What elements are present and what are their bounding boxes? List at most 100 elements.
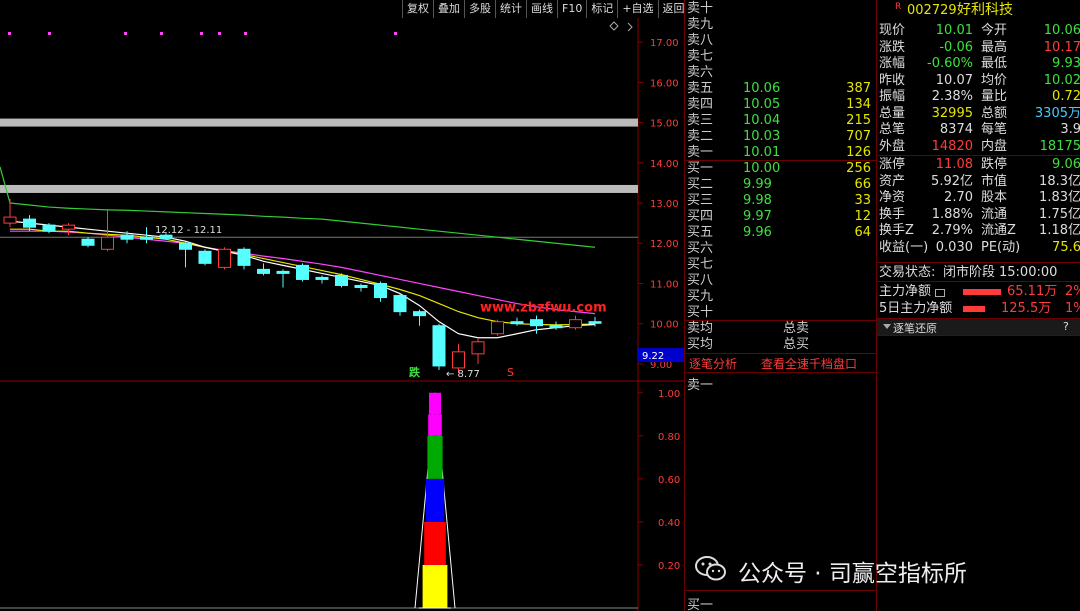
- quote-value: 0.72: [1052, 89, 1080, 104]
- level-volume: 126: [846, 145, 871, 160]
- ask-row[interactable]: 卖五 10.06 387: [685, 81, 875, 97]
- tick-restore-header[interactable]: 逐笔还原 ?: [877, 318, 1080, 336]
- ask-row[interactable]: 卖九: [685, 17, 875, 33]
- toolbar-button[interactable]: 多股: [464, 0, 495, 18]
- ask-row[interactable]: 卖二 10.03 707: [685, 129, 875, 145]
- spike-segment: [429, 392, 441, 415]
- ask-row[interactable]: 卖十: [685, 1, 875, 17]
- toolbar-button[interactable]: 统计: [495, 0, 526, 18]
- status-row: 交易状态: 闭市阶段 15:00:00: [879, 265, 1058, 280]
- level-price: 9.97: [743, 209, 772, 224]
- candle-body: [510, 321, 524, 325]
- level-price: 10.05: [743, 97, 781, 112]
- site-watermark: www.zbzfwu.com: [480, 301, 607, 316]
- quote-row: 涨停 11.08 跌停 9.06: [877, 156, 1080, 173]
- ask-row[interactable]: 卖一 10.01 126: [685, 145, 875, 161]
- bid-row[interactable]: 买五 9.96 64: [685, 225, 875, 241]
- level-label: 卖三: [687, 113, 714, 128]
- current-price-label: 9.22: [642, 351, 664, 362]
- quote-row: 换手 1.88% 流通 1.75亿: [877, 206, 1080, 223]
- quote-label: 净资: [879, 190, 906, 205]
- ask-row[interactable]: 卖八: [685, 33, 875, 49]
- level-volume: 64: [854, 225, 871, 240]
- bid-row[interactable]: 买三 9.98 33: [685, 193, 875, 209]
- marker-dot: [218, 32, 221, 35]
- toolbar-button[interactable]: +自选: [617, 0, 657, 18]
- quote-label: 流通Z: [981, 223, 1016, 238]
- depth-ask-row: 卖一: [687, 378, 714, 393]
- book-summary-label: 总卖: [783, 321, 810, 336]
- bid-row[interactable]: 买一 10.00 256: [685, 161, 875, 177]
- quote-value: 10.07: [935, 72, 973, 88]
- book-summary-label: 买均: [687, 337, 714, 352]
- quote-label: 均价: [981, 72, 1008, 88]
- level-price: 10.01: [743, 145, 781, 160]
- level-label: 买四: [687, 209, 714, 224]
- candle-body: [393, 295, 407, 313]
- bid-row[interactable]: 买四 9.97 12: [685, 209, 875, 225]
- bid-row[interactable]: 买十: [685, 305, 875, 321]
- five-day-flow-row: 5日主力净额 125.5万 1%: [879, 301, 1080, 316]
- candle-body: [23, 218, 36, 228]
- marker-dot: [244, 32, 247, 35]
- quote-row: 振幅 2.38% 量比 0.72: [877, 88, 1080, 105]
- toolbar-button[interactable]: 复权: [402, 0, 433, 18]
- ask-row[interactable]: 卖六: [685, 65, 875, 81]
- quote-label: 跌停: [981, 157, 1008, 172]
- marker-dot: [8, 32, 11, 35]
- quote-value: 11.08: [935, 157, 973, 172]
- flow-bar: [963, 289, 1001, 295]
- quote-value: 0.030: [935, 239, 973, 255]
- price-tick-label: 12.00: [650, 239, 679, 250]
- range-label: 12.12 - 12.11: [155, 225, 222, 236]
- quote-label: 外盘: [879, 138, 906, 154]
- tab-tick-analysis[interactable]: 逐笔分析: [689, 355, 737, 372]
- spike-segment: [428, 414, 442, 436]
- kline-chart[interactable]: 17.00 16.00 15.00 14.00 13.00 12.00 11.00 10.00…: [0, 18, 684, 611]
- quote-label: 昨收: [879, 72, 906, 88]
- stock-header: R 002729 好利科技: [877, 2, 1080, 22]
- code-prefix: R: [895, 2, 902, 12]
- ask-row[interactable]: 卖七: [685, 49, 875, 65]
- quote-row: 总笔 8374 每笔 3.9: [877, 121, 1080, 138]
- level-volume: 134: [846, 97, 871, 112]
- divider: [877, 281, 1080, 282]
- quote-row: 净资 2.70 股本 1.83亿: [877, 189, 1080, 206]
- flow-icon[interactable]: [935, 289, 945, 297]
- quote-label: 每笔: [981, 122, 1008, 137]
- marker-dot: [200, 32, 203, 35]
- quote-label: 内盘: [981, 138, 1008, 154]
- quote-row: 资产 5.92亿 市值 18.3亿: [877, 173, 1080, 190]
- divider: [877, 262, 1080, 263]
- candle-body: [179, 242, 192, 250]
- toolbar-button[interactable]: 标记: [586, 0, 617, 18]
- toolbar-button[interactable]: 画线: [526, 0, 557, 18]
- level-price: 9.96: [743, 225, 772, 240]
- level-volume: 12: [854, 209, 871, 224]
- ask-row[interactable]: 卖三 10.04 215: [685, 113, 875, 129]
- bid-row[interactable]: 买七: [685, 257, 875, 273]
- stock-terminal: 复权 叠加 多股 统计 画线 F10 标记 +自选 返回 17.00 16.00 15.00 14.0…: [0, 0, 1080, 611]
- level-volume: 215: [846, 113, 871, 128]
- tab-full-depth[interactable]: 查看全速千档盘口: [761, 355, 857, 372]
- quote-value: 9.06: [1052, 157, 1080, 172]
- level-volume: 707: [846, 129, 871, 144]
- spike-segment: [422, 564, 448, 608]
- bid-row[interactable]: 买二 9.99 66: [685, 177, 875, 193]
- quote-value: 9.93: [1052, 56, 1080, 71]
- candle-body: [257, 268, 270, 274]
- collapse-icon[interactable]: [883, 324, 891, 329]
- toolbar-button[interactable]: F10: [557, 0, 586, 18]
- price-tick-label: 17.00: [650, 38, 679, 49]
- quote-label: 量比: [981, 89, 1008, 104]
- quote-label: 总量: [879, 105, 906, 121]
- bid-row[interactable]: 买六: [685, 241, 875, 257]
- quote-value: 3305万: [1034, 105, 1080, 121]
- ask-row[interactable]: 卖四 10.05 134: [685, 97, 875, 113]
- bid-row[interactable]: 买八: [685, 273, 875, 289]
- gray-band: [0, 184, 638, 193]
- lower-tick-label: 0.20: [658, 561, 680, 572]
- level-label: 买九: [687, 289, 714, 304]
- bid-row[interactable]: 买九: [685, 289, 875, 305]
- toolbar-button[interactable]: 叠加: [433, 0, 464, 18]
